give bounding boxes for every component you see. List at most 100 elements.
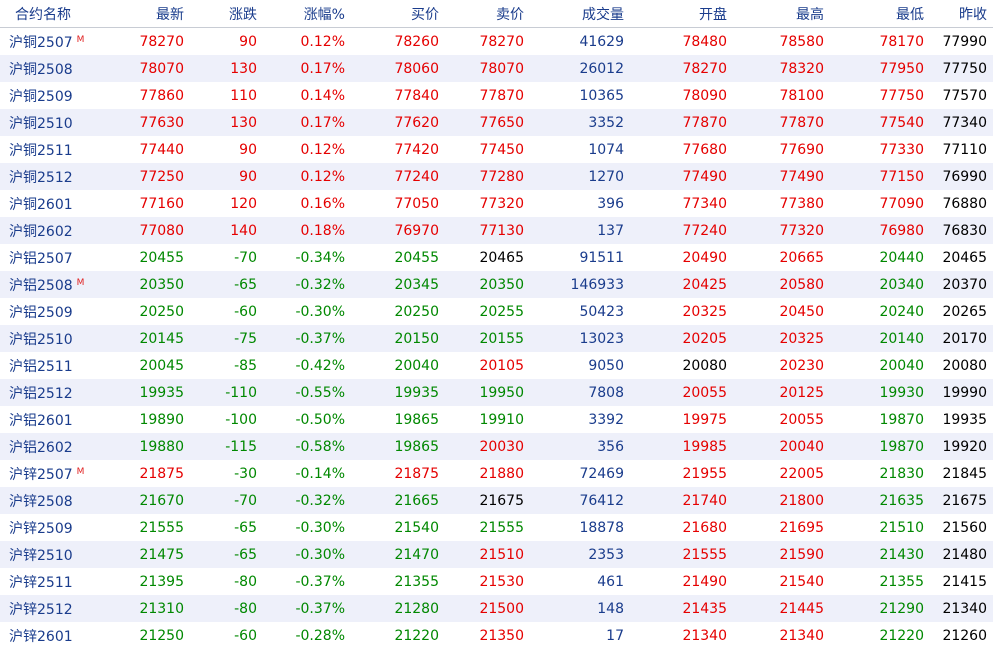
cell-prev-close: 20080	[942, 357, 987, 374]
cell-ask: 21510	[445, 541, 530, 568]
table-row[interactable]: 沪铜2507 M 78270 90 0.12% 78260 78270 41629 78480 7…	[0, 28, 993, 56]
cell-contract-name[interactable]: 沪铝2507	[0, 244, 90, 271]
cell-last: 19890	[139, 411, 184, 428]
column-header-low[interactable]: 最低	[830, 0, 930, 28]
cell-contract-name[interactable]: 沪铜2511	[0, 136, 90, 163]
table-row[interactable]: 沪铜2508 78070 130 0.17% 78060 78070 26012 78270 7…	[0, 55, 993, 82]
cell-contract-name[interactable]: 沪铝2512	[0, 379, 90, 406]
table-row[interactable]: 沪锌2511 21395 -80 -0.37% 21355 21530 461 21490 21…	[0, 568, 993, 595]
cell-contract-name[interactable]: 沪铝2601	[0, 406, 90, 433]
table-row[interactable]: 沪锌2508 21670 -70 -0.32% 21665 21675 76412 21740…	[0, 487, 993, 514]
cell-low: 21635	[830, 487, 930, 514]
column-header-high[interactable]: 最高	[733, 0, 830, 28]
cell-ask: 20030	[445, 433, 530, 460]
cell-contract-name[interactable]: 沪锌2510	[0, 541, 90, 568]
cell-contract-name[interactable]: 沪锌2512	[0, 595, 90, 622]
cell-contract-name[interactable]: 沪铝2511	[0, 352, 90, 379]
table-row[interactable]: 沪锌2510 21475 -65 -0.30% 21470 21510 2353 21555 2…	[0, 541, 993, 568]
cell-last: 77860	[139, 87, 184, 104]
cell-contract-name[interactable]: 沪铜2602	[0, 217, 90, 244]
table-row[interactable]: 沪铝2508 M 20350 -65 -0.32% 20345 20350 146933 204…	[0, 271, 993, 298]
cell-bid: 20040	[394, 357, 439, 374]
cell-volume: 41629	[579, 33, 624, 50]
cell-change: 90	[190, 163, 263, 190]
cell-high: 20450	[779, 303, 824, 320]
table-row[interactable]: 沪铝2507 20455 -70 -0.34% 20455 20465 91511 20490…	[0, 244, 993, 271]
table-row[interactable]: 沪铝2509 20250 -60 -0.30% 20250 20255 50423 20325…	[0, 298, 993, 325]
cell-change: 90	[239, 141, 257, 158]
cell-open: 21555	[630, 541, 733, 568]
column-header-ask[interactable]: 卖价	[445, 0, 530, 28]
column-header-prev-close[interactable]: 昨收	[930, 0, 993, 28]
cell-contract-name[interactable]: 沪铜2508	[0, 55, 90, 82]
cell-last: 20350	[90, 271, 190, 298]
cell-volume: 7808	[530, 379, 630, 406]
table-row[interactable]: 沪铝2510 20145 -75 -0.37% 20150 20155 13023 20205…	[0, 325, 993, 352]
cell-bid: 21280	[351, 595, 445, 622]
table-row[interactable]: 沪锌2507 M 21875 -30 -0.14% 21875 21880 72469 2195…	[0, 460, 993, 487]
cell-prev-close: 21560	[942, 519, 987, 536]
table-row[interactable]: 沪锌2601 21250 -60 -0.28% 21220 21350 17 21340 213…	[0, 622, 993, 649]
cell-contract-name[interactable]: 沪铜2507 M	[0, 28, 90, 56]
column-header-change-percent[interactable]: 涨幅%	[263, 0, 351, 28]
cell-bid: 20250	[394, 303, 439, 320]
table-row[interactable]: 沪铜2601 77160 120 0.16% 77050 77320 396 77340 773…	[0, 190, 993, 217]
cell-contract-name[interactable]: 沪锌2511	[0, 568, 90, 595]
table-row[interactable]: 沪锌2512 21310 -80 -0.37% 21280 21500 148 21435 21…	[0, 595, 993, 622]
table-row[interactable]: 沪铜2509 77860 110 0.14% 77840 77870 10365 78090 7…	[0, 82, 993, 109]
contract-name-text: 沪锌2510	[9, 547, 73, 564]
cell-volume: 18878	[579, 519, 624, 536]
cell-open: 78270	[630, 55, 733, 82]
cell-contract-name[interactable]: 沪锌2509	[0, 514, 90, 541]
column-header-open[interactable]: 开盘	[630, 0, 733, 28]
table-row[interactable]: 沪铜2511 77440 90 0.12% 77420 77450 1074 77680 776…	[0, 136, 993, 163]
cell-bid: 19865	[351, 433, 445, 460]
cell-contract-name[interactable]: 沪铝2510	[0, 325, 90, 352]
cell-contract-name[interactable]: 沪铜2509	[0, 82, 90, 109]
cell-contract-name[interactable]: 沪铝2602	[0, 433, 90, 460]
table-row[interactable]: 沪铝2601 19890 -100 -0.50% 19865 19910 3392 19975…	[0, 406, 993, 433]
cell-volume: 10365	[579, 87, 624, 104]
contract-name-text: 沪锌2509	[9, 520, 73, 537]
cell-high: 77690	[779, 141, 824, 158]
cell-prev-close: 20170	[930, 325, 993, 352]
column-header-contract-name[interactable]: 合约名称	[0, 0, 90, 28]
table-row[interactable]: 沪铝2512 19935 -110 -0.55% 19935 19950 7808 20055…	[0, 379, 993, 406]
contract-name-text: 沪铜2511	[9, 142, 73, 159]
cell-bid: 21220	[394, 627, 439, 644]
table-row[interactable]: 沪锌2509 21555 -65 -0.30% 21540 21555 18878 21680…	[0, 514, 993, 541]
table-row[interactable]: 沪铜2510 77630 130 0.17% 77620 77650 3352 77870 77…	[0, 109, 993, 136]
cell-contract-name[interactable]: 沪锌2601	[0, 622, 90, 649]
cell-contract-name[interactable]: 沪铝2508 M	[0, 271, 90, 298]
column-header-bid[interactable]: 买价	[351, 0, 445, 28]
cell-change-percent: 0.14%	[300, 87, 345, 104]
cell-contract-name[interactable]: 沪铝2509	[0, 298, 90, 325]
contract-name-text: 沪锌2507	[9, 466, 73, 483]
table-row[interactable]: 沪铝2511 20045 -85 -0.42% 20040 20105 9050 20080 2…	[0, 352, 993, 379]
column-header-volume[interactable]: 成交量	[530, 0, 630, 28]
column-header-last[interactable]: 最新	[90, 0, 190, 28]
cell-last: 21310	[90, 595, 190, 622]
table-row[interactable]: 沪铜2602 77080 140 0.18% 76970 77130 137 77240 773…	[0, 217, 993, 244]
cell-change: -65	[234, 519, 257, 536]
cell-low: 19930	[830, 379, 930, 406]
cell-change-percent: 0.12%	[300, 141, 345, 158]
cell-contract-name[interactable]: 沪锌2508	[0, 487, 90, 514]
cell-high: 21800	[733, 487, 830, 514]
cell-prev-close: 21415	[942, 573, 987, 590]
cell-volume: 146933	[530, 271, 630, 298]
cell-change: 140	[190, 217, 263, 244]
cell-open: 20205	[630, 325, 733, 352]
cell-change-percent: -0.37%	[263, 595, 351, 622]
table-row[interactable]: 沪铝2602 19880 -115 -0.58% 19865 20030 356 19985 2…	[0, 433, 993, 460]
table-row[interactable]: 沪铜2512 77250 90 0.12% 77240 77280 1270 77490 774…	[0, 163, 993, 190]
cell-last: 77440	[139, 141, 184, 158]
cell-contract-name[interactable]: 沪铜2512	[0, 163, 90, 190]
cell-low: 19870	[879, 411, 924, 428]
cell-contract-name[interactable]: 沪铜2510	[0, 109, 90, 136]
cell-contract-name[interactable]: 沪锌2507 M	[0, 460, 90, 487]
cell-change-percent: -0.37%	[295, 573, 345, 590]
column-header-change[interactable]: 涨跌	[190, 0, 263, 28]
cell-contract-name[interactable]: 沪铜2601	[0, 190, 90, 217]
cell-high: 21695	[779, 519, 824, 536]
